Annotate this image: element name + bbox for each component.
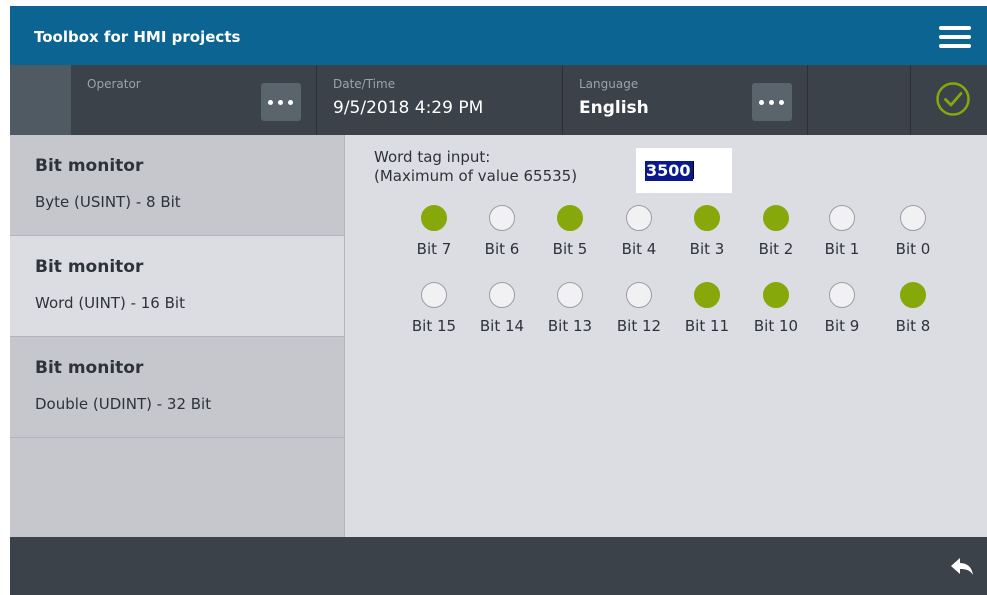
sidebar-item-subtitle: Double (UDINT) - 32 Bit <box>35 395 212 413</box>
datetime-label: Date/Time <box>333 77 396 91</box>
infobar-accent <box>10 65 71 135</box>
datetime-value: 9/5/2018 4:29 PM <box>333 98 484 118</box>
bit-2-label: Bit 2 <box>758 240 794 258</box>
bit-7-indicator <box>421 205 447 231</box>
bit-0-indicator <box>900 205 926 231</box>
word-input-label: Word tag input: (Maximum of value 65535) <box>374 148 577 186</box>
bit-10-indicator <box>763 282 789 308</box>
bit-1-indicator <box>829 205 855 231</box>
bit-5-indicator <box>557 205 583 231</box>
info-bar: Operator Date/Time 9/5/2018 4:29 PM Lang… <box>10 65 987 135</box>
language-more-button[interactable] <box>752 83 792 121</box>
bit-3-indicator <box>694 205 720 231</box>
bit-6-label: Bit 6 <box>484 240 520 258</box>
sidebar-item-title: Bit monitor <box>35 257 144 277</box>
bit-11-label: Bit 11 <box>684 317 730 335</box>
bit-14-indicator <box>489 282 515 308</box>
word-tag-value: 3500 <box>645 161 693 181</box>
bit-8-label: Bit 8 <box>895 317 931 335</box>
app-title: Toolbox for HMI projects <box>34 28 241 46</box>
sidebar-item-title: Bit monitor <box>35 156 144 176</box>
bit-14-label: Bit 14 <box>479 317 525 335</box>
bit-5-label: Bit 5 <box>552 240 588 258</box>
bit-11-indicator <box>694 282 720 308</box>
bit-15-indicator <box>421 282 447 308</box>
word-input-label-line1: Word tag input: <box>374 148 491 166</box>
hmi-screen: Toolbox for HMI projects Operator Date/T… <box>10 6 987 595</box>
bit-13-label: Bit 13 <box>547 317 593 335</box>
bit-12-indicator <box>626 282 652 308</box>
bit-4-label: Bit 4 <box>621 240 657 258</box>
bit-2-indicator <box>763 205 789 231</box>
bit-12-label: Bit 12 <box>616 317 662 335</box>
bit-7-label: Bit 7 <box>416 240 452 258</box>
operator-label: Operator <box>87 77 141 91</box>
sidebar-item-byte[interactable]: Bit monitor Byte (USINT) - 8 Bit <box>10 135 344 236</box>
reply-arrow-icon[interactable] <box>949 555 975 579</box>
bit-3-label: Bit 3 <box>689 240 725 258</box>
bit-monitor-panel: Word tag input: (Maximum of value 65535)… <box>345 135 987 537</box>
word-tag-input[interactable]: 3500 <box>636 148 732 193</box>
bit-4-indicator <box>626 205 652 231</box>
operator-more-button[interactable] <box>261 83 301 121</box>
sidebar-item-word[interactable]: Bit monitor Word (UINT) - 16 Bit <box>10 236 344 337</box>
bit-6-indicator <box>489 205 515 231</box>
hamburger-menu-icon[interactable] <box>939 26 971 48</box>
bit-9-label: Bit 9 <box>824 317 860 335</box>
check-circle-icon[interactable] <box>935 81 971 117</box>
title-bar: Toolbox for HMI projects <box>10 6 987 65</box>
bit-1-label: Bit 1 <box>824 240 860 258</box>
bit-0-label: Bit 0 <box>895 240 931 258</box>
bit-8-indicator <box>900 282 926 308</box>
sidebar: Bit monitor Byte (USINT) - 8 Bit Bit mon… <box>10 135 345 537</box>
bit-10-label: Bit 10 <box>753 317 799 335</box>
footer-bar <box>10 537 987 595</box>
sidebar-item-subtitle: Byte (USINT) - 8 Bit <box>35 193 181 211</box>
language-label: Language <box>579 77 639 91</box>
word-input-label-line2: (Maximum of value 65535) <box>374 167 578 185</box>
bit-13-indicator <box>557 282 583 308</box>
sidebar-item-double[interactable]: Bit monitor Double (UDINT) - 32 Bit <box>10 337 344 438</box>
sidebar-item-title: Bit monitor <box>35 358 144 378</box>
bit-9-indicator <box>829 282 855 308</box>
sidebar-item-subtitle: Word (UINT) - 16 Bit <box>35 294 185 312</box>
bit-15-label: Bit 15 <box>411 317 457 335</box>
language-value: English <box>579 98 649 118</box>
